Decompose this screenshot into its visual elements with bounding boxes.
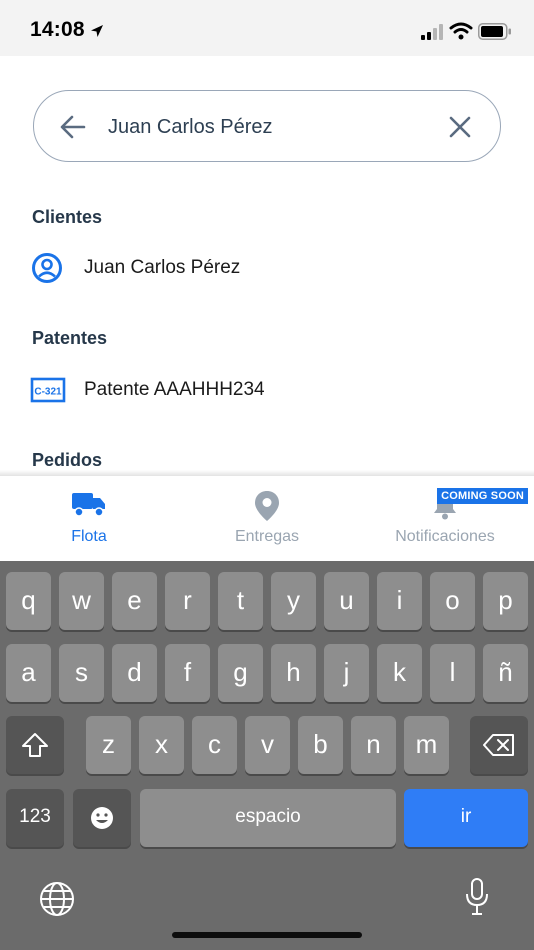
key-k[interactable]: k bbox=[377, 644, 422, 702]
result-label: Patente AAAHHH234 bbox=[84, 379, 265, 400]
result-item-client[interactable]: Juan Carlos Pérez bbox=[30, 250, 500, 290]
back-arrow-icon[interactable] bbox=[60, 115, 86, 139]
key-w[interactable]: w bbox=[59, 572, 104, 630]
tab-notificaciones[interactable]: COMING SOON Notificaciones bbox=[356, 476, 534, 561]
key-v[interactable]: v bbox=[245, 716, 290, 774]
section-title-orders: Pedidos bbox=[32, 450, 103, 470]
key-s[interactable]: s bbox=[59, 644, 104, 702]
coming-soon-badge: COMING SOON bbox=[437, 488, 528, 504]
key-r[interactable]: r bbox=[165, 572, 210, 630]
key-o[interactable]: o bbox=[430, 572, 475, 630]
emoji-icon bbox=[91, 807, 113, 829]
space-key[interactable]: espacio bbox=[140, 789, 396, 847]
key-g[interactable]: g bbox=[218, 644, 263, 702]
key-z[interactable]: z bbox=[86, 716, 131, 774]
tab-flota[interactable]: Flota bbox=[0, 476, 178, 561]
key-u[interactable]: u bbox=[324, 572, 369, 630]
key-t[interactable]: t bbox=[218, 572, 263, 630]
tab-label: Notificaciones bbox=[395, 528, 495, 545]
microphone-icon[interactable] bbox=[464, 877, 490, 917]
status-time: 14:08 bbox=[30, 18, 85, 41]
key-a[interactable]: a bbox=[6, 644, 51, 702]
battery-icon bbox=[478, 23, 511, 40]
backspace-icon bbox=[483, 734, 514, 756]
search-input[interactable] bbox=[108, 113, 428, 141]
key-c[interactable]: c bbox=[192, 716, 237, 774]
license-plate-icon: C-321 bbox=[30, 377, 66, 403]
key-enie[interactable]: ñ bbox=[483, 644, 528, 702]
key-l[interactable]: l bbox=[430, 644, 475, 702]
plate-badge-text: C-321 bbox=[34, 387, 62, 398]
tab-label: Flota bbox=[71, 528, 107, 545]
tab-entregas[interactable]: Entregas bbox=[178, 476, 356, 561]
result-item-plate[interactable]: C-321 Patente AAAHHH234 bbox=[30, 372, 500, 412]
section-title-plates: Patentes bbox=[32, 328, 108, 348]
keyboard: q w e r t y u i o p a s d f g h j k l ñ … bbox=[0, 561, 534, 950]
backspace-key[interactable] bbox=[470, 716, 528, 774]
wifi-icon bbox=[449, 22, 473, 40]
key-x[interactable]: x bbox=[139, 716, 184, 774]
key-e[interactable]: e bbox=[112, 572, 157, 630]
cellular-signal-icon bbox=[421, 24, 443, 40]
globe-icon[interactable] bbox=[39, 881, 75, 917]
key-d[interactable]: d bbox=[112, 644, 157, 702]
key-n[interactable]: n bbox=[351, 716, 396, 774]
tab-label: Entregas bbox=[234, 528, 300, 545]
key-i[interactable]: i bbox=[377, 572, 422, 630]
key-m[interactable]: m bbox=[404, 716, 449, 774]
search-bar[interactable] bbox=[33, 90, 501, 162]
home-indicator bbox=[172, 932, 362, 938]
result-label: Juan Carlos Pérez bbox=[84, 257, 241, 278]
shift-key[interactable] bbox=[6, 716, 64, 774]
close-icon[interactable] bbox=[448, 115, 472, 139]
go-key[interactable]: ir bbox=[404, 789, 528, 847]
key-y[interactable]: y bbox=[271, 572, 316, 630]
key-j[interactable]: j bbox=[324, 644, 369, 702]
key-p[interactable]: p bbox=[483, 572, 528, 630]
key-h[interactable]: h bbox=[271, 644, 316, 702]
section-title-clients: Clientes bbox=[32, 207, 103, 227]
user-circle-icon bbox=[32, 253, 62, 283]
status-bar: 14:08 bbox=[0, 0, 534, 56]
truck-icon bbox=[72, 493, 105, 517]
shift-icon bbox=[22, 733, 48, 757]
emoji-key[interactable] bbox=[73, 789, 131, 847]
key-q[interactable]: q bbox=[6, 572, 51, 630]
key-b[interactable]: b bbox=[298, 716, 343, 774]
location-pin-icon bbox=[255, 491, 279, 521]
bottom-tab-bar: Flota Entregas COMING SOON Notificacione… bbox=[0, 476, 534, 561]
key-f[interactable]: f bbox=[165, 644, 210, 702]
location-arrow-icon bbox=[91, 25, 103, 37]
numbers-key[interactable]: 123 bbox=[6, 789, 64, 847]
